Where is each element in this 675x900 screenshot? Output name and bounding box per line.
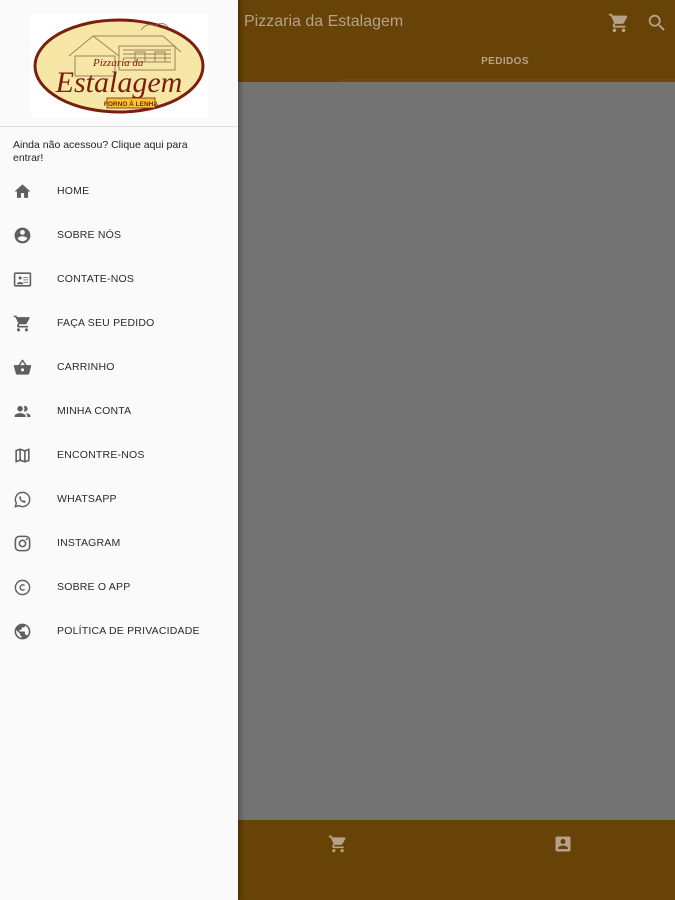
logo: Pizzaria da Estalagem FORNO À LENHA (31, 14, 208, 118)
drawer-item-label: CARRINHO (57, 361, 115, 373)
bottom-cart-icon[interactable] (328, 834, 348, 854)
account-circle-icon (13, 226, 32, 245)
drawer-item-faca-seu-pedido[interactable]: FAÇA SEU PEDIDO (0, 304, 238, 344)
contact-card-icon (13, 270, 32, 289)
bottom-account-box-icon[interactable] (553, 834, 573, 854)
drawer-item-label: POLÍTICA DE PRIVACIDADE (57, 625, 200, 637)
drawer-item-home[interactable]: HOME (0, 172, 238, 212)
people-icon (13, 402, 32, 421)
drawer-item-label: WHATSAPP (57, 493, 117, 505)
drawer-item-sobre-o-app[interactable]: SOBRE O APP (0, 568, 238, 608)
map-icon (13, 446, 32, 465)
logo-line2: Estalagem (55, 66, 183, 99)
drawer-item-label: INSTAGRAM (57, 537, 121, 549)
drawer-item-label: HOME (57, 185, 90, 197)
drawer-item-carrinho[interactable]: CARRINHO (0, 348, 238, 388)
login-prompt-link[interactable]: Ainda não acessou? Clique aqui para entr… (13, 139, 213, 164)
logo-tagline: FORNO À LENHA (104, 99, 158, 108)
cart-icon[interactable] (608, 12, 630, 34)
cart-icon (13, 314, 32, 333)
whatsapp-icon (13, 490, 32, 509)
drawer-item-sobre-nos[interactable]: SOBRE NÓS (0, 216, 238, 256)
drawer-header: Pizzaria da Estalagem FORNO À LENHA (0, 0, 238, 127)
globe-icon (13, 622, 32, 641)
drawer-item-instagram[interactable]: INSTAGRAM (0, 524, 238, 564)
app-title: Pizzaria da Estalagem (244, 13, 404, 30)
navigation-drawer: Pizzaria da Estalagem FORNO À LENHA Aind… (0, 0, 238, 900)
home-icon (13, 182, 32, 201)
drawer-item-minha-conta[interactable]: MINHA CONTA (0, 392, 238, 432)
drawer-item-encontre-nos[interactable]: ENCONTRE-NOS (0, 436, 238, 476)
tab-pedidos[interactable]: PEDIDOS (440, 56, 570, 67)
drawer-item-label: FAÇA SEU PEDIDO (57, 317, 155, 329)
drawer-item-label: MINHA CONTA (57, 405, 132, 417)
basket-icon (13, 358, 32, 377)
drawer-item-contate-nos[interactable]: CONTATE-NOS (0, 260, 238, 300)
drawer-item-label: CONTATE-NOS (57, 273, 135, 285)
drawer-item-label: SOBRE NÓS (57, 229, 122, 241)
drawer-item-label: SOBRE O APP (57, 581, 131, 593)
instagram-icon (13, 534, 32, 553)
drawer-item-label: ENCONTRE-NOS (57, 449, 145, 461)
search-icon[interactable] (646, 12, 668, 34)
drawer-item-whatsapp[interactable]: WHATSAPP (0, 480, 238, 520)
copyright-icon (13, 578, 32, 597)
drawer-item-politica-de-privacidade[interactable]: POLÍTICA DE PRIVACIDADE (0, 612, 238, 652)
